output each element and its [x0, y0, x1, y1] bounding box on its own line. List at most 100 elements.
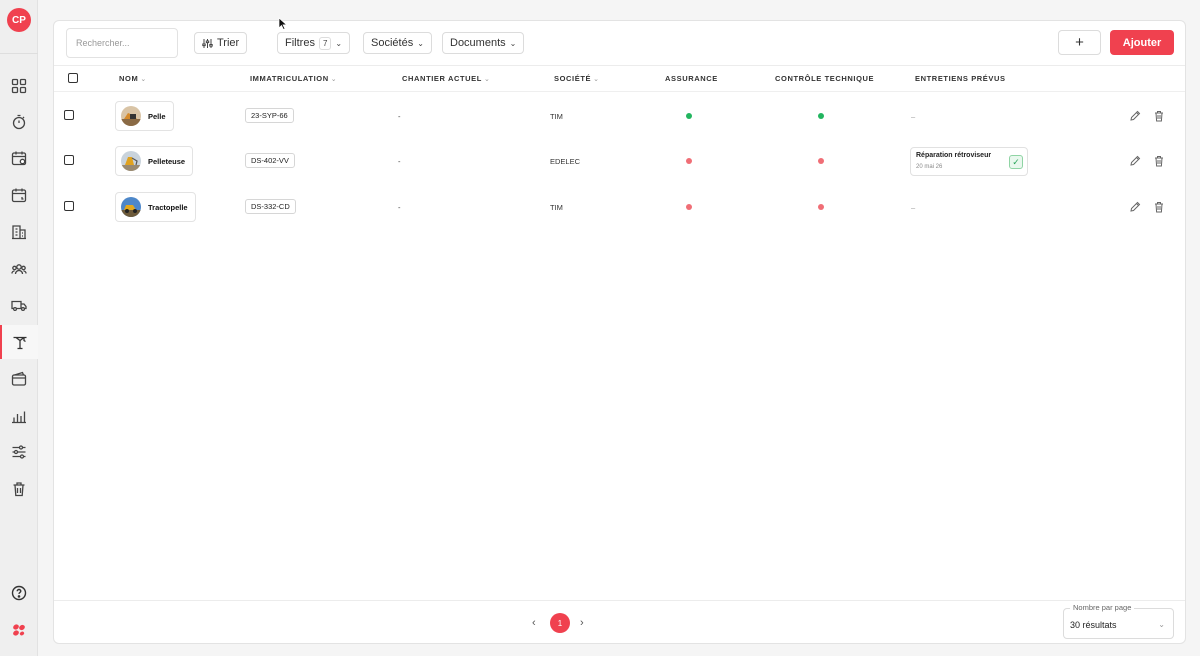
column-header-site[interactable]: CHANTIER ACTUEL ⌄ — [402, 74, 490, 83]
delete-icon[interactable] — [1153, 201, 1165, 213]
stopwatch-icon — [12, 114, 26, 130]
column-header-insurance: ASSURANCE — [665, 74, 718, 83]
sort-sliders-icon — [202, 38, 213, 48]
maintenance-title: Réparation rétroviseur — [916, 152, 992, 159]
sort-chevron-icon: ⌄ — [140, 76, 147, 83]
row-checkbox[interactable] — [64, 201, 74, 211]
sliders-icon — [12, 445, 26, 459]
equipment-thumbnail — [121, 197, 141, 217]
sort-chevron-icon: ⌄ — [483, 76, 491, 83]
chevron-down-icon: ⌄ — [417, 38, 424, 48]
equipment-name-label: Tractopelle — [148, 202, 188, 212]
sidebar-item-equipment[interactable] — [0, 325, 38, 359]
plus-button[interactable]: + — [1058, 30, 1101, 55]
equipment-panel: Trier Filtres 7 ⌄ Sociétés ⌄ Documents ⌄… — [53, 20, 1186, 644]
calendar-clock-icon — [11, 188, 27, 203]
table-row[interactable]: Tractopelle DS-332-CD - TIM – — [54, 183, 1185, 228]
sidebar-divider — [0, 53, 38, 54]
maintenance-value: – — [911, 203, 916, 212]
sort-chevron-icon: ⌄ — [593, 76, 600, 83]
insurance-status-dot — [686, 204, 692, 210]
table-row[interactable]: Pelleteuse DS-402-VV - EDELEC Réparation… — [54, 138, 1185, 183]
sidebar-item-team[interactable] — [0, 252, 38, 286]
row-checkbox[interactable] — [64, 110, 74, 120]
sidebar: CP — [0, 0, 38, 656]
table-row[interactable]: Pelle 23-SYP-66 - TIM – — [54, 93, 1185, 138]
plate-badge: DS-402-VV — [245, 153, 295, 168]
dashboard-icon — [11, 78, 27, 94]
sidebar-item-sites[interactable] — [0, 215, 38, 249]
plate-badge: 23-SYP-66 — [245, 108, 294, 123]
sidebar-item-dashboard[interactable] — [0, 69, 38, 103]
equipment-thumbnail — [121, 151, 141, 171]
site-value: - — [398, 112, 401, 121]
search-input[interactable] — [66, 28, 178, 58]
current-page-button[interactable]: 1 — [550, 613, 570, 633]
sidebar-item-planning[interactable] — [0, 141, 38, 175]
delete-icon[interactable] — [1153, 155, 1165, 167]
inspection-status-dot — [818, 158, 824, 164]
truck-icon — [11, 300, 27, 312]
chevron-down-icon: ⌄ — [1158, 620, 1165, 629]
filters-label: Filtres — [285, 37, 315, 49]
plus-icon: + — [1075, 34, 1084, 51]
avatar[interactable]: CP — [7, 8, 31, 32]
excavator-icon — [13, 336, 27, 350]
equipment-name[interactable]: Tractopelle — [115, 192, 196, 222]
sidebar-item-trash[interactable] — [0, 472, 38, 506]
help-icon — [11, 585, 27, 601]
mouse-cursor-icon — [278, 17, 288, 30]
site-value: - — [398, 203, 401, 212]
sidebar-item-wallet[interactable] — [0, 362, 38, 396]
equipment-thumbnail — [121, 106, 141, 126]
column-header-company[interactable]: SOCIÉTÉ ⌄ — [554, 74, 600, 83]
chevron-down-icon: ⌄ — [335, 38, 343, 48]
previous-page-icon[interactable]: ‹ — [532, 617, 536, 629]
trash-icon — [13, 482, 25, 497]
companies-dropdown[interactable]: Sociétés ⌄ — [363, 32, 432, 54]
sort-chevron-icon: ⌄ — [330, 76, 338, 83]
check-icon[interactable]: ✓ — [1009, 155, 1023, 169]
maintenance-date: 20 mai 26 — [916, 164, 943, 170]
row-checkbox[interactable] — [64, 155, 74, 165]
sidebar-item-vehicles[interactable] — [0, 288, 38, 322]
column-header-plate[interactable]: IMMATRICULATION ⌄ — [250, 74, 337, 83]
per-page-label: Nombre par page — [1070, 603, 1135, 612]
company-value: TIM — [550, 112, 563, 121]
edit-icon[interactable] — [1129, 201, 1141, 213]
sort-button[interactable]: Trier — [194, 32, 248, 54]
companies-label: Sociétés — [371, 37, 414, 49]
per-page-select[interactable]: Nombre par page 30 résultats ⌄ — [1063, 603, 1174, 639]
add-button[interactable]: Ajouter — [1110, 30, 1174, 55]
sidebar-item-schedule[interactable] — [0, 178, 38, 212]
delete-icon[interactable] — [1153, 110, 1165, 122]
inspection-status-dot — [818, 113, 824, 119]
sidebar-item-time[interactable] — [0, 105, 38, 139]
column-header-name[interactable]: NOM ⌄ — [119, 74, 147, 83]
maintenance-card[interactable]: Réparation rétroviseur 20 mai 26 ✓ — [910, 147, 1028, 176]
select-all-checkbox[interactable] — [68, 73, 78, 83]
table-header: NOM ⌄ IMMATRICULATION ⌄ CHANTIER ACTUEL ⌄ S… — [54, 66, 1185, 92]
sidebar-item-settings[interactable] — [0, 435, 38, 469]
equipment-name[interactable]: Pelle — [115, 101, 174, 131]
maintenance-value: – — [911, 112, 916, 121]
sidebar-item-stats[interactable] — [0, 399, 38, 433]
brand-logo-icon — [13, 624, 25, 636]
company-value: TIM — [550, 203, 563, 212]
next-page-icon[interactable]: › — [580, 617, 584, 629]
equipment-name-label: Pelle — [148, 111, 166, 121]
toolbar: Trier Filtres 7 ⌄ Sociétés ⌄ Documents ⌄… — [54, 21, 1185, 66]
equipment-name-label: Pelleteuse — [148, 156, 186, 166]
edit-icon[interactable] — [1129, 110, 1141, 122]
documents-dropdown[interactable]: Documents ⌄ — [442, 32, 525, 54]
equipment-name[interactable]: Pelleteuse — [115, 146, 194, 176]
filters-button[interactable]: Filtres 7 ⌄ — [277, 32, 351, 54]
site-value: - — [398, 157, 401, 166]
sidebar-item-help[interactable] — [0, 576, 38, 610]
users-icon — [11, 264, 27, 275]
building-icon — [12, 225, 26, 240]
edit-icon[interactable] — [1129, 155, 1141, 167]
filters-count-badge: 7 — [318, 36, 332, 50]
sidebar-item-brand[interactable] — [0, 613, 38, 647]
column-header-inspection: CONTRÔLE TECHNIQUE — [775, 74, 875, 83]
